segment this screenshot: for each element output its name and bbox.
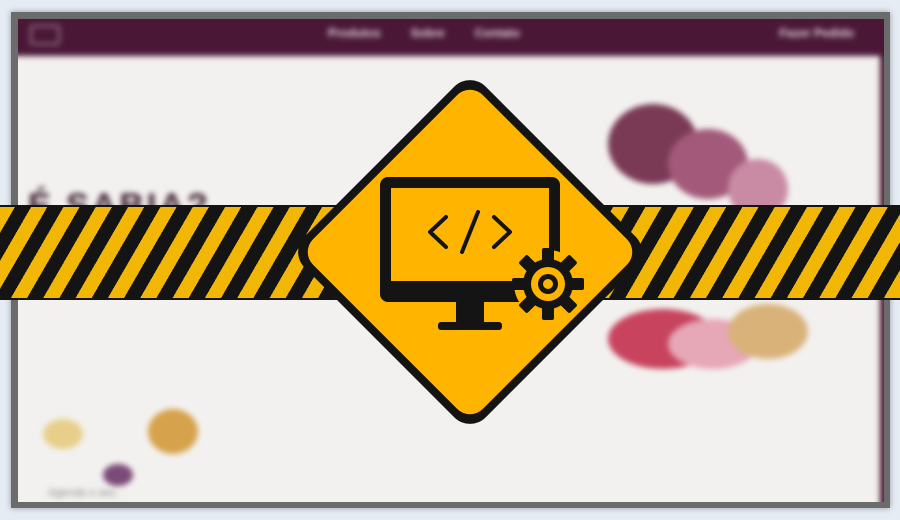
site-footer-text: Agenda o seu xyxy=(48,487,116,499)
monitor-base xyxy=(438,322,502,330)
stage: Produtos Sobre Contato Fazer Pedido É SA… xyxy=(0,0,900,520)
hero-image-blob xyxy=(103,464,133,486)
warning-sign xyxy=(280,62,660,442)
site-navbar: Produtos Sobre Contato Fazer Pedido xyxy=(18,19,884,56)
monitor-neck xyxy=(456,302,484,324)
hero-image-blob xyxy=(728,304,808,359)
gear-icon xyxy=(512,248,584,320)
nav-link-sobre[interactable]: Sobre xyxy=(411,26,445,40)
site-logo xyxy=(30,25,60,45)
nav-cta-button[interactable]: Fazer Pedido xyxy=(779,26,854,40)
nav-link-contato[interactable]: Contato xyxy=(475,26,520,40)
site-nav-links: Produtos Sobre Contato xyxy=(328,26,520,40)
nav-link-produtos[interactable]: Produtos xyxy=(328,26,381,40)
hero-image-blob xyxy=(43,419,83,449)
warning-diamond-icon xyxy=(298,80,642,424)
hero-image-blob xyxy=(148,409,198,454)
